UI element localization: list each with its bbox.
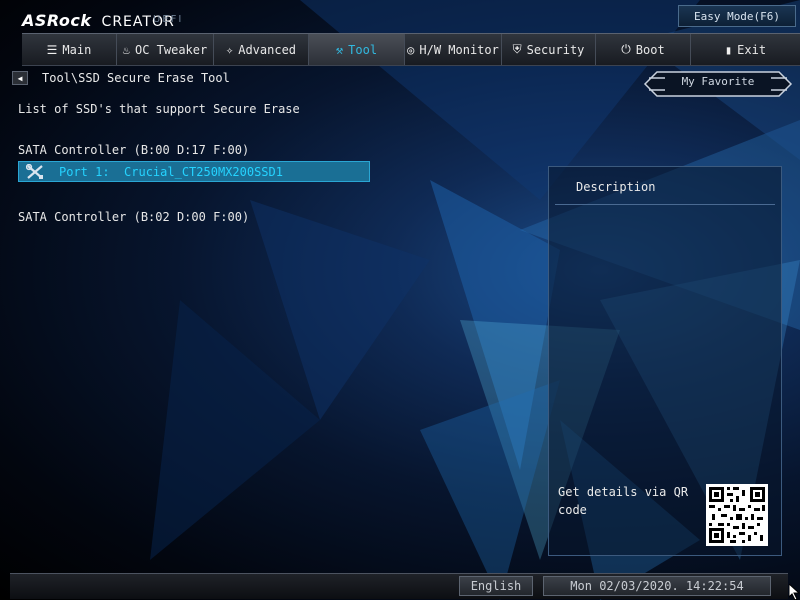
my-favorite-label: My Favorite <box>681 75 755 88</box>
tab-label: Boot <box>635 42 665 57</box>
gauge-icon: ◎ <box>407 42 415 57</box>
tab-security[interactable]: ⛨ Security <box>502 34 596 65</box>
ssd-port-item[interactable]: Port 1: Crucial_CT250MX200SSD1 <box>18 161 370 182</box>
tab-label: H/W Monitor <box>419 42 499 57</box>
tab-tool[interactable]: ⚒ Tool <box>309 34 405 65</box>
toolbox-icon: ⚒ <box>335 42 344 57</box>
bios-screen: ASRock CREATOR UEFI Easy Mode(F6) ☰ Main… <box>0 0 800 600</box>
star-icon: ✧ <box>225 42 234 57</box>
tab-advanced[interactable]: ✧ Advanced <box>214 34 309 65</box>
tab-boot[interactable]: ⏻ Boot <box>596 34 691 65</box>
main-tab-bar: ☰ Main ♨ OC Tweaker ✧ Advanced ⚒ Tool ◎ … <box>22 33 800 66</box>
breadcrumb: Tool\SSD Secure Erase Tool <box>42 71 230 85</box>
list-icon: ☰ <box>46 42 58 57</box>
tab-label: Advanced <box>238 42 297 57</box>
flame-icon: ♨ <box>122 42 130 57</box>
ssd-port-label: Port 1: Crucial_CT250MX200SSD1 <box>59 164 283 179</box>
brand-logo: ASRock CREATOR <box>22 6 175 30</box>
tab-label: Security <box>526 42 585 57</box>
sata-controller-2: SATA Controller (B:02 D:00 F:00) <box>18 210 250 224</box>
qr-code <box>706 484 768 546</box>
door-icon: ▮ <box>724 42 733 57</box>
easy-mode-button[interactable]: Easy Mode(F6) <box>678 5 796 27</box>
tab-label: Tool <box>348 42 378 57</box>
sata-controller-1: SATA Controller (B:00 D:17 F:00) <box>18 143 250 157</box>
tools-icon <box>25 163 45 180</box>
tab-exit[interactable]: ▮ Exit <box>691 34 800 65</box>
tab-oc-tweaker[interactable]: ♨ OC Tweaker <box>117 34 214 65</box>
description-panel: Description Get details via QR code <box>548 166 782 556</box>
brand-name: ASRock <box>22 11 92 30</box>
power-icon: ⏻ <box>621 42 631 56</box>
language-button[interactable]: English <box>459 576 533 596</box>
tab-label: Main <box>62 42 92 57</box>
tab-label: Exit <box>737 42 767 57</box>
tab-hw-monitor[interactable]: ◎ H/W Monitor <box>405 34 502 65</box>
tab-label: OC Tweaker <box>134 42 208 57</box>
mouse-cursor-icon <box>789 584 800 600</box>
datetime-display[interactable]: Mon 02/03/2020. 14:22:54 <box>543 576 771 596</box>
back-arrow-icon: ◀ <box>17 73 23 83</box>
tab-main[interactable]: ☰ Main <box>22 34 117 65</box>
shield-icon: ⛨ <box>512 42 522 56</box>
qr-caption: Get details via QR code <box>558 485 689 517</box>
my-favorite-button[interactable]: My Favorite <box>643 70 793 98</box>
description-title: Description <box>576 180 656 194</box>
list-heading: List of SSD's that support Secure Erase <box>18 102 300 116</box>
description-divider <box>555 204 775 205</box>
brand-firmware: UEFI <box>153 14 184 25</box>
back-button[interactable]: ◀ <box>12 71 28 85</box>
